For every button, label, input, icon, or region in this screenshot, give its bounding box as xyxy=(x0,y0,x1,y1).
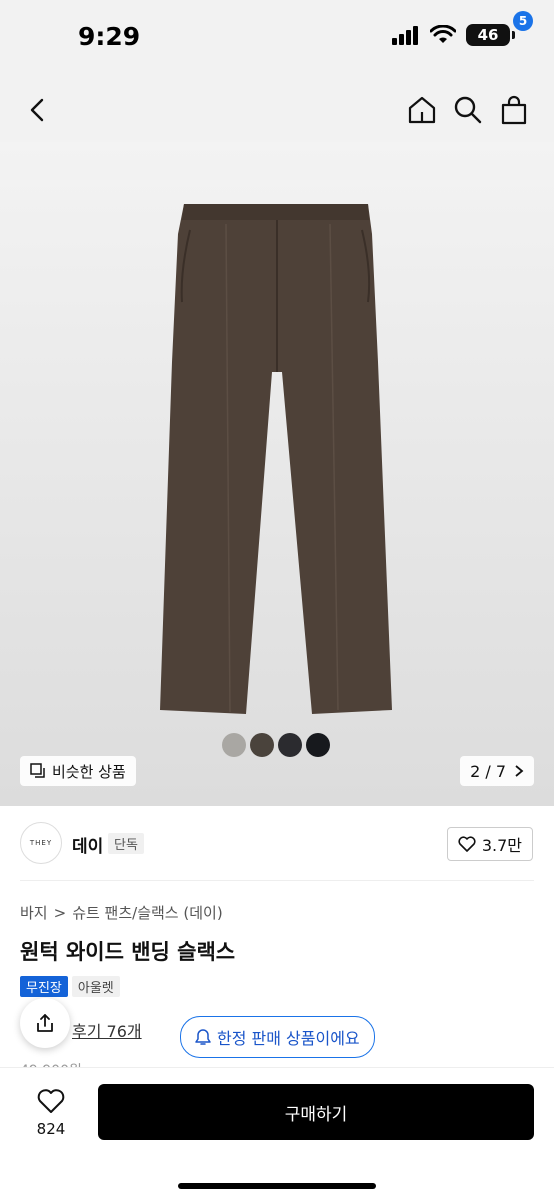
color-swatch[interactable] xyxy=(306,733,330,757)
tag-mujinjang: 무진장 xyxy=(20,976,68,997)
cart-badge: 5 xyxy=(513,11,533,31)
heart-icon xyxy=(37,1089,65,1113)
battery-icon: 46 xyxy=(466,24,515,46)
cart-icon[interactable] xyxy=(498,94,530,126)
signal-icon xyxy=(392,26,418,45)
search-icon[interactable] xyxy=(452,94,484,126)
share-icon xyxy=(37,1014,53,1032)
battery-level: 46 xyxy=(477,26,499,44)
status-bar: 9:29 46 xyxy=(0,0,554,80)
similar-products-label: 비슷한 상품 xyxy=(52,762,126,781)
breadcrumb: 바지 > 슈트 팬츠/슬랙스 (데이) xyxy=(20,902,223,923)
color-swatch[interactable] xyxy=(222,733,246,757)
divider xyxy=(20,880,534,881)
image-pager[interactable]: 2 / 7 xyxy=(460,756,534,786)
pager-text: 2 / 7 xyxy=(470,761,506,781)
status-time: 9:29 xyxy=(78,22,141,51)
heart-icon xyxy=(458,836,476,852)
breadcrumb-separator: > xyxy=(53,903,67,922)
color-swatches xyxy=(222,733,330,757)
breadcrumb-item[interactable]: 바지 xyxy=(20,902,48,923)
pants-image xyxy=(160,204,392,714)
buy-button[interactable]: 구매하기 xyxy=(98,1084,534,1140)
product-tags: 무진장 아울렛 xyxy=(20,976,120,997)
bottom-action-bar: 824 구매하기 xyxy=(0,1068,554,1200)
similar-products-button[interactable]: 비슷한 상품 xyxy=(20,756,136,786)
color-swatch[interactable] xyxy=(250,733,274,757)
home-indicator xyxy=(178,1183,376,1189)
product-title: 원턱 와이드 밴딩 슬랙스 xyxy=(20,940,236,964)
exclusive-badge: 단독 xyxy=(108,833,144,854)
limited-sale-button[interactable]: 한정 판매 상품이에요 xyxy=(180,1016,375,1058)
nav-bar xyxy=(0,80,554,142)
brand-like-count: 3.7만 xyxy=(481,836,522,855)
like-button[interactable]: 824 xyxy=(26,1088,76,1138)
brand-name[interactable]: 데이 xyxy=(72,832,103,857)
chevron-right-icon xyxy=(515,765,524,777)
copy-icon xyxy=(30,763,45,778)
brand-row[interactable]: THEY 데이 단독 3.7만 xyxy=(0,806,554,880)
brand-like-button[interactable]: 3.7만 xyxy=(446,827,533,861)
bell-icon xyxy=(195,1029,211,1045)
limited-sale-label: 한정 판매 상품이에요 xyxy=(217,1029,360,1048)
status-icons: 46 xyxy=(392,24,515,46)
back-icon[interactable] xyxy=(22,94,54,126)
home-icon[interactable] xyxy=(406,94,438,126)
like-count: 824 xyxy=(36,1120,66,1138)
product-image[interactable] xyxy=(0,142,554,806)
tag-outlet: 아울렛 xyxy=(71,976,120,997)
breadcrumb-item[interactable]: 슈트 팬츠/슬랙스 (데이) xyxy=(72,902,223,923)
review-link[interactable]: 후기 76개 xyxy=(72,1018,142,1042)
share-button[interactable] xyxy=(20,998,70,1048)
brand-logo[interactable]: THEY xyxy=(20,822,62,864)
wifi-icon xyxy=(430,25,456,43)
color-swatch[interactable] xyxy=(278,733,302,757)
